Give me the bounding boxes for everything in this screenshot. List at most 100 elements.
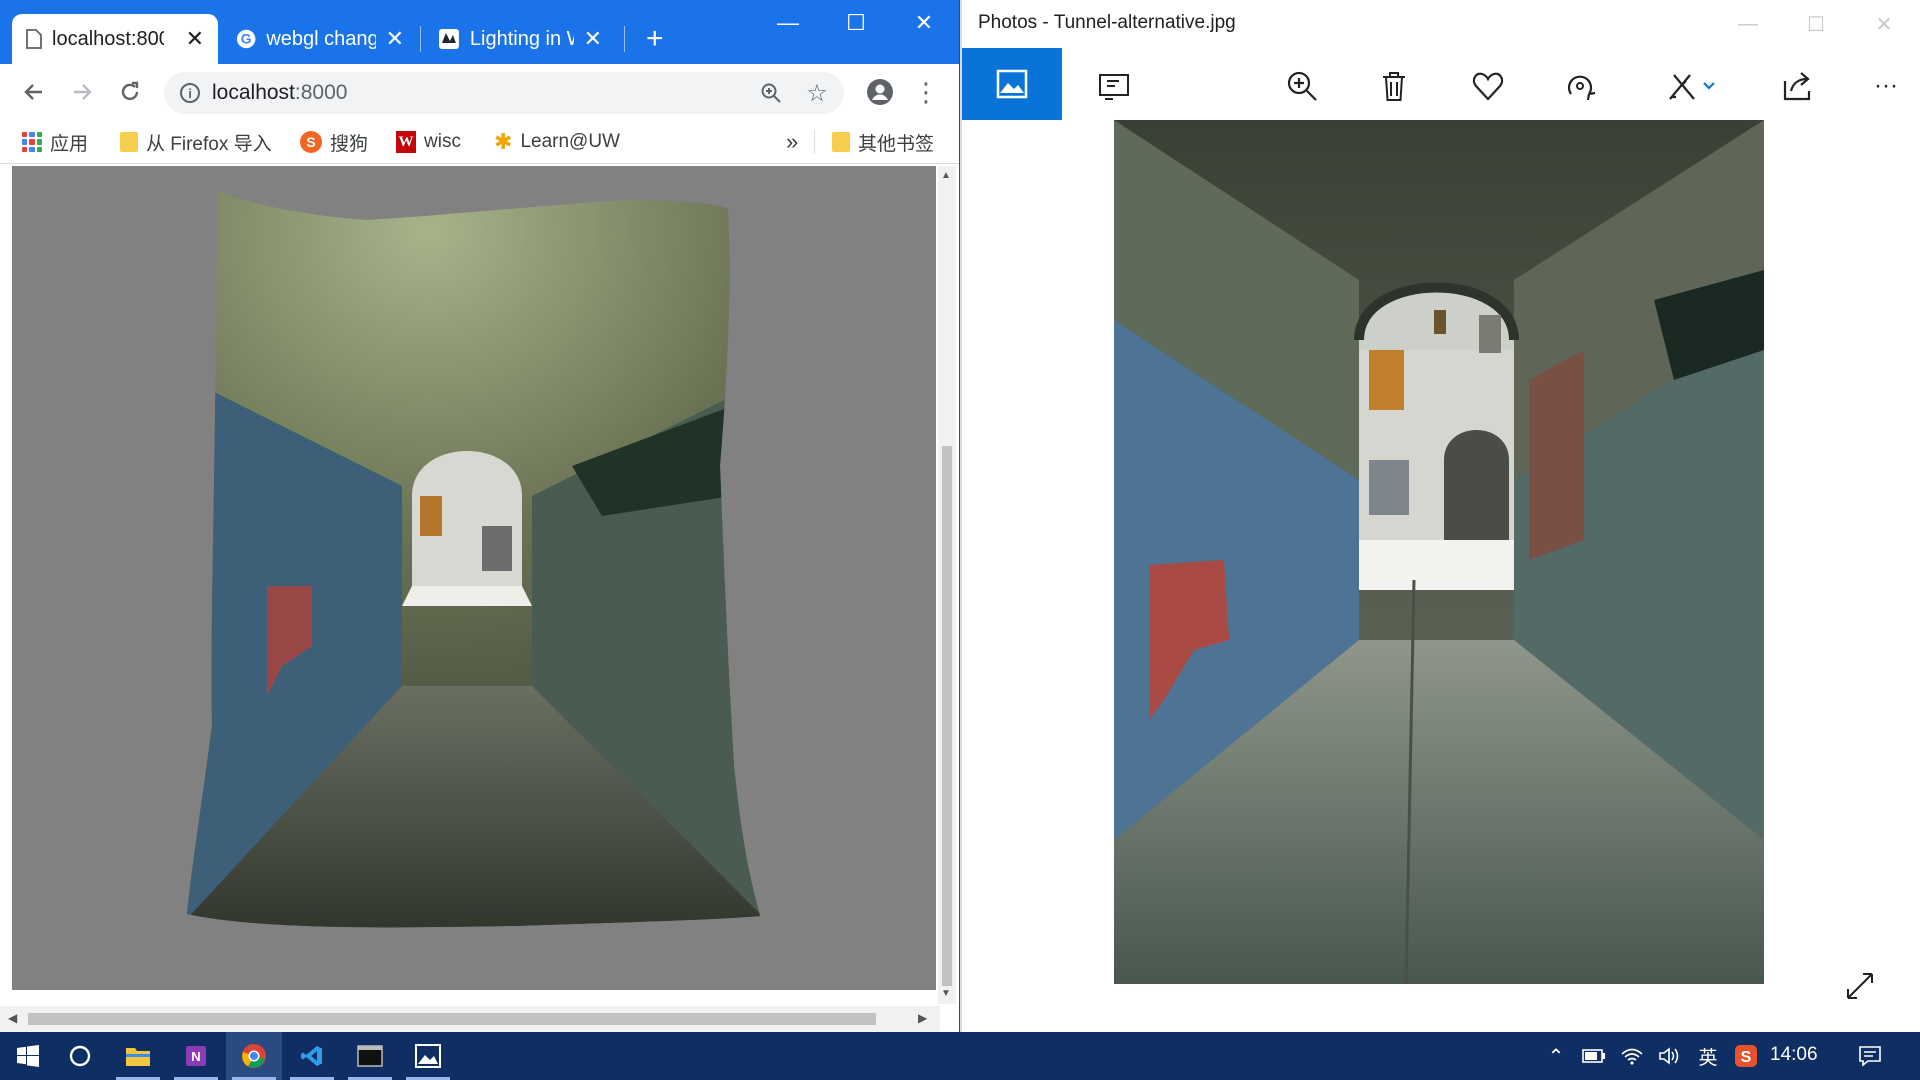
svg-text:N: N — [191, 1049, 200, 1064]
address-bar[interactable]: i localhost:8000 ☆ — [164, 72, 844, 114]
tab-close-icon[interactable]: ✕ — [584, 26, 602, 52]
bookmark-label: 应用 — [50, 133, 89, 155]
scroll-left-icon[interactable]: ◀ — [8, 1011, 17, 1025]
rotate-icon — [1567, 75, 1596, 101]
reload-icon[interactable] — [112, 74, 148, 110]
delete-icon — [1383, 72, 1405, 101]
site-info-icon[interactable]: i — [180, 83, 200, 103]
rotate-button[interactable] — [1560, 66, 1600, 106]
tab-localhost[interactable]: localhost:8000 ✕ — [12, 14, 218, 64]
bookmark-apps[interactable]: 应用 — [22, 128, 88, 156]
onenote-icon: N — [186, 1046, 206, 1066]
share-icon — [1783, 72, 1811, 101]
tab-close-icon[interactable]: ✕ — [186, 26, 204, 52]
action-center-icon[interactable] — [1850, 1032, 1890, 1080]
learnuw-icon: ✱ — [494, 129, 513, 154]
close-window-icon[interactable]: ✕ — [890, 0, 958, 46]
edit-create-icon — [1669, 74, 1715, 100]
terminal-icon — [357, 1045, 383, 1067]
more-options-button[interactable]: ··· — [1866, 66, 1906, 106]
other-bookmarks[interactable]: 其他书签 — [832, 128, 934, 156]
taskbar-vscode[interactable] — [284, 1032, 340, 1080]
tab-separator — [420, 26, 421, 52]
chrome-tab-strip: localhost:8000 ✕ G webgl change ✕ Lighti… — [0, 0, 959, 64]
tunnel-photo[interactable] — [1114, 120, 1764, 984]
minimize-icon[interactable]: — — [1714, 0, 1782, 48]
zoom-in-button[interactable] — [1282, 66, 1322, 106]
scroll-up-icon[interactable]: ▲ — [941, 170, 951, 181]
edit-create-button[interactable] — [1662, 66, 1722, 106]
bookmarks-divider — [814, 130, 815, 154]
minimize-icon[interactable]: — — [754, 0, 822, 46]
svg-text:S: S — [1741, 1049, 1752, 1066]
photos-toolbar: ··· — [962, 48, 1920, 120]
taskbar-clock[interactable]: 14:06 — [1770, 1044, 1818, 1066]
bookmark-label: 搜狗 — [330, 133, 369, 155]
close-window-icon[interactable]: ✕ — [1850, 0, 1918, 48]
tab-title: webgl change — [266, 27, 375, 50]
sogou-icon: S — [300, 131, 322, 153]
maximize-icon[interactable]: ☐ — [822, 0, 890, 46]
collection-icon — [996, 69, 1028, 99]
folder-icon — [832, 132, 850, 152]
google-icon: G — [236, 29, 256, 49]
battery-icon[interactable] — [1576, 1032, 1612, 1080]
back-icon[interactable] — [16, 74, 52, 110]
scroll-down-icon[interactable]: ▼ — [941, 988, 951, 999]
show-hidden-icons-icon[interactable]: ⌃ — [1540, 1032, 1572, 1080]
share-button[interactable] — [1778, 66, 1818, 106]
url-port: :8000 — [294, 81, 348, 104]
page-icon — [26, 29, 42, 49]
taskbar: N ⌃ 英 S 14:06 — [0, 1032, 1920, 1080]
zoom-icon[interactable] — [756, 78, 786, 108]
chrome-window: localhost:8000 ✕ G webgl change ✕ Lighti… — [0, 0, 960, 1032]
mdn-icon — [438, 29, 459, 49]
vertical-scrollbar[interactable]: ▲ ▼ — [938, 166, 956, 1004]
forward-icon[interactable] — [64, 74, 100, 110]
bookmarks-bar: 应用 从 Firefox 导入 S 搜狗 W wisc ✱ Learn@UW »… — [0, 120, 959, 164]
new-tab-button[interactable]: + — [646, 22, 664, 56]
photo-stage — [962, 120, 1920, 1032]
start-button[interactable] — [0, 1032, 56, 1080]
tab-title: Lighting in WebGL — [469, 27, 574, 50]
svg-text:G: G — [241, 31, 252, 47]
scroll-thumb[interactable] — [942, 446, 952, 986]
volume-icon[interactable] — [1652, 1032, 1688, 1080]
maximize-icon[interactable]: ☐ — [1782, 0, 1850, 48]
bookmark-firefox-import[interactable]: 从 Firefox 导入 — [120, 128, 272, 156]
tunnel-image — [1114, 120, 1764, 984]
favorite-button[interactable] — [1468, 66, 1508, 106]
bookmark-learnuw[interactable]: ✱ Learn@UW — [494, 128, 620, 156]
tab-close-icon[interactable]: ✕ — [386, 26, 404, 52]
bookmark-star-icon[interactable]: ☆ — [802, 78, 832, 108]
tab-separator — [624, 26, 625, 52]
bookmark-wisc[interactable]: W wisc — [396, 128, 461, 156]
taskbar-photos[interactable] — [400, 1032, 456, 1080]
apps-grid-icon — [22, 132, 42, 152]
slideshow-button[interactable] — [1094, 66, 1134, 106]
collection-button[interactable] — [962, 48, 1062, 120]
tab-webgl-change[interactable]: G webgl change ✕ — [222, 14, 418, 64]
scroll-thumb[interactable] — [28, 1013, 876, 1025]
input-method-indicator[interactable]: 英 — [1690, 1032, 1726, 1080]
taskbar-terminal[interactable] — [342, 1032, 398, 1080]
webgl-canvas[interactable] — [12, 166, 936, 990]
taskbar-chrome[interactable] — [226, 1032, 282, 1080]
scroll-right-icon[interactable]: ▶ — [918, 1011, 927, 1025]
chrome-toolbar: i localhost:8000 ☆ ⋮ — [0, 64, 959, 120]
slideshow-icon — [1099, 74, 1129, 100]
file-explorer-icon — [126, 1048, 150, 1066]
wifi-icon[interactable] — [1614, 1032, 1650, 1080]
tab-lighting-webgl[interactable]: Lighting in WebGL ✕ — [424, 14, 616, 64]
cortana-search-button[interactable] — [52, 1032, 108, 1080]
bookmark-sogou[interactable]: S 搜狗 — [300, 128, 368, 156]
fullscreen-expand-icon[interactable] — [1842, 968, 1878, 1004]
taskbar-onenote[interactable]: N — [168, 1032, 224, 1080]
delete-button[interactable] — [1374, 66, 1414, 106]
chrome-menu-icon[interactable]: ⋮ — [908, 74, 944, 110]
taskbar-file-explorer[interactable] — [110, 1032, 166, 1080]
horizontal-scrollbar[interactable]: ◀ ▶ — [0, 1006, 940, 1032]
bookmarks-overflow-button[interactable]: » — [786, 128, 798, 156]
profile-avatar-icon[interactable] — [862, 74, 898, 110]
sogou-ime-icon[interactable]: S — [1728, 1032, 1764, 1080]
